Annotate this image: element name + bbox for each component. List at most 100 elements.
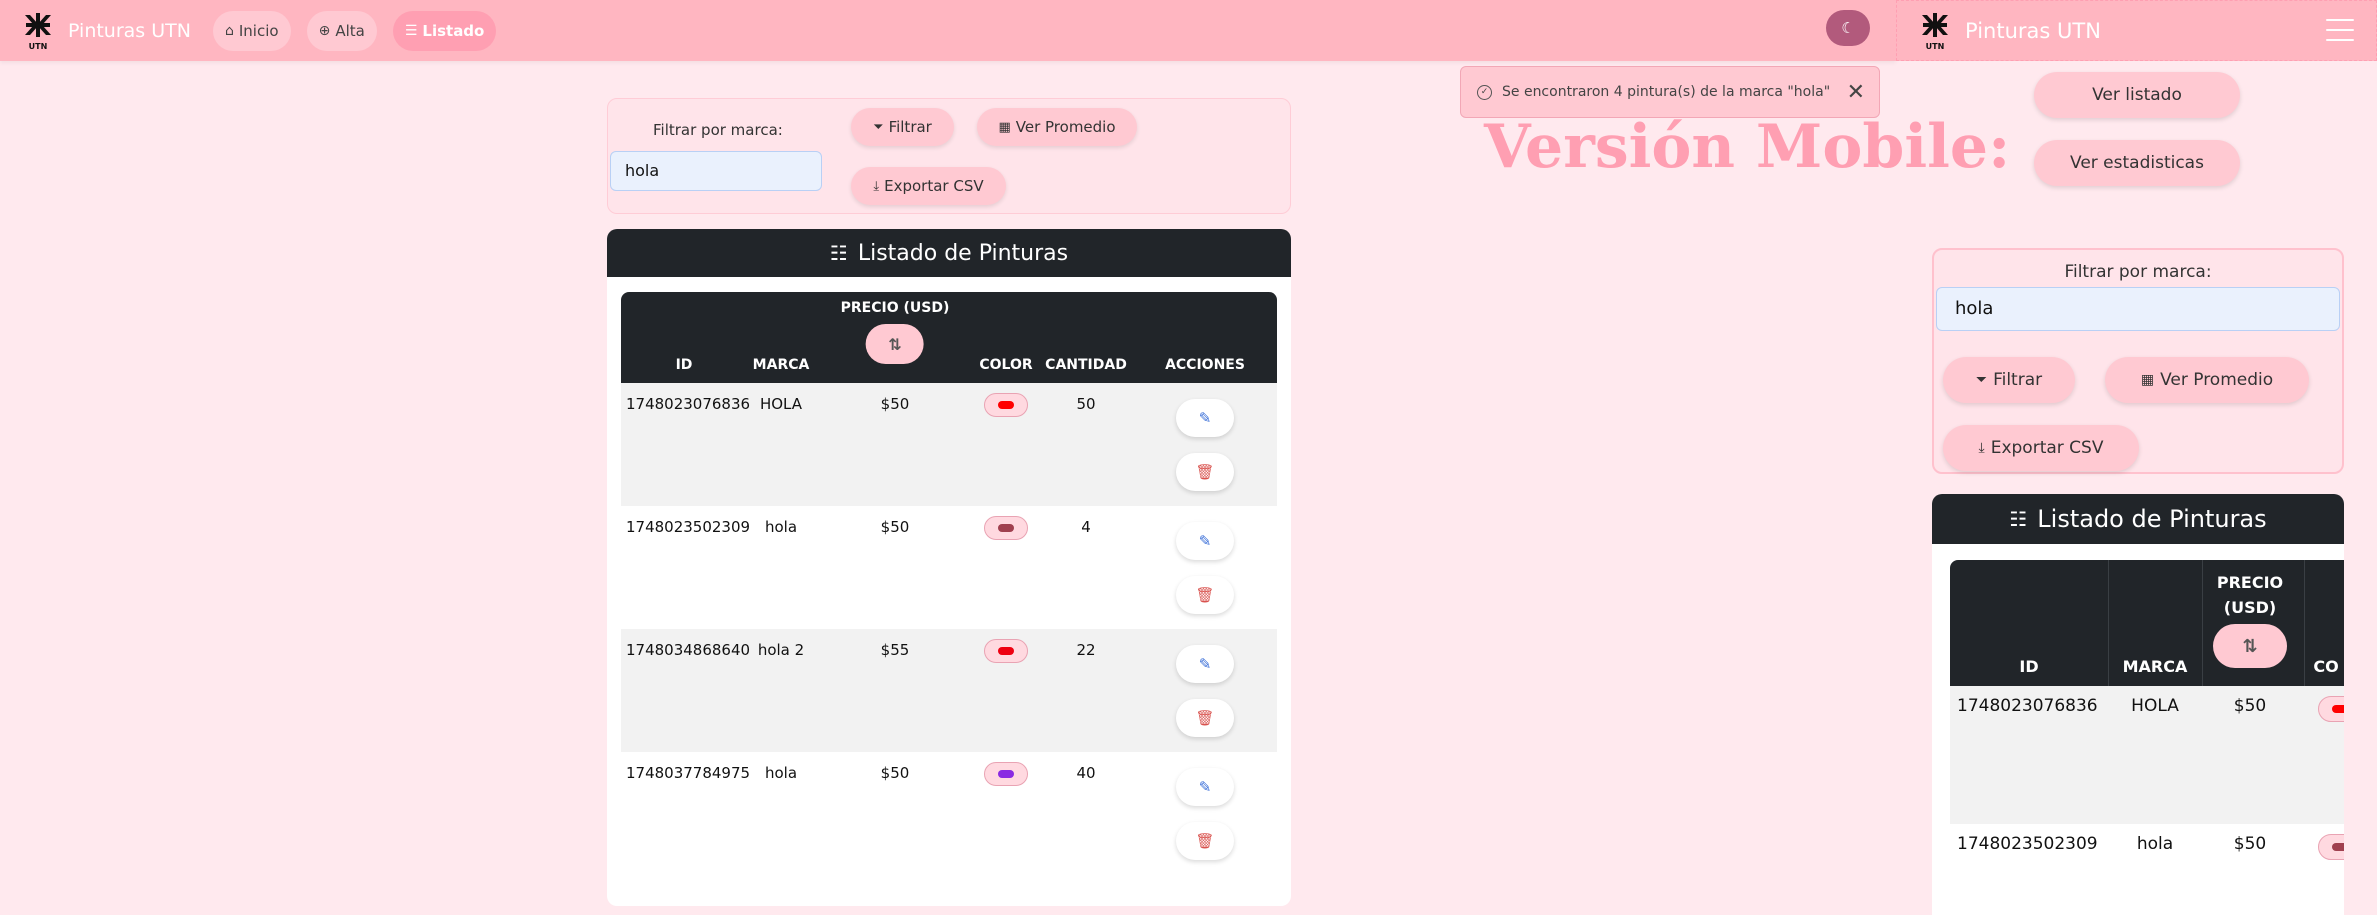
mobile-col-id: ID <box>2019 657 2039 676</box>
cell-precio: $55 <box>880 641 910 659</box>
cell-precio: $50 <box>880 518 910 536</box>
download-icon: ⤓ <box>1978 440 1985 456</box>
cell-cantidad: 40 <box>1076 764 1096 782</box>
color-swatch-fill <box>998 770 1014 778</box>
trash-icon: 🗑 <box>1195 463 1215 481</box>
filter-button-label: Filtrar <box>888 118 932 136</box>
mobile-col-color: CO <box>2313 657 2339 676</box>
cell-cantidad: 4 <box>1081 518 1091 536</box>
mobile-brand-name[interactable]: Pinturas UTN <box>1965 19 2101 43</box>
mobile-color-swatch-fill <box>2332 843 2344 851</box>
calculator-icon: ▦ <box>2140 372 2155 388</box>
pencil-icon: ✎ <box>1198 778 1212 796</box>
nav-alta-label: Alta <box>335 21 365 40</box>
export-button-label: Exportar CSV <box>884 177 984 195</box>
mobile-cell-precio: $50 <box>2233 696 2267 716</box>
utn-logo[interactable]: UTN <box>20 11 56 51</box>
mobile-cell-id: 1748023502309 <box>1957 834 2098 854</box>
pencil-icon: ✎ <box>1198 532 1212 550</box>
mobile-list-title: Listado de Pinturas <box>2037 505 2267 533</box>
sort-price-button[interactable]: ⇅ <box>865 324 924 364</box>
mobile-sort-price-button[interactable]: ⇅ <box>2213 624 2287 668</box>
edit-button[interactable]: ✎ <box>1176 522 1234 560</box>
color-swatch <box>984 393 1028 417</box>
nav-alta[interactable]: ⊕ Alta <box>306 10 377 51</box>
close-icon[interactable]: ✕ <box>1847 80 1865 105</box>
mobile-cell-marca: HOLA <box>2131 696 2179 716</box>
mobile-view-list-label: Ver listado <box>2092 85 2182 105</box>
toast-message: Se encontraron 4 pintura(s) de la marca … <box>1502 84 1831 100</box>
mobile-brand-filter-input[interactable]: hola <box>1936 287 2340 331</box>
mobile-navbar: UTN Pinturas UTN <box>1896 0 2377 61</box>
col-cantidad: CANTIDAD <box>1045 357 1127 373</box>
mobile-export-button-label: Exportar CSV <box>1990 438 2104 458</box>
export-csv-button[interactable]: ⤓ Exportar CSV <box>851 167 1006 205</box>
funnel-icon: ⏷ <box>873 119 884 135</box>
mobile-col-precio-line1: PRECIO <box>2216 573 2284 592</box>
mobile-filter-button[interactable]: ⏷ Filtrar <box>1943 357 2075 403</box>
table-row: 1748023076836 HOLA $50 50 ✎ 🗑 <box>621 383 1277 506</box>
mobile-filter-card: Filtrar por marca: hola ⏷ Filtrar ▦ Ver … <box>1932 248 2344 474</box>
delete-button[interactable]: 🗑 <box>1176 576 1234 614</box>
mobile-view-stats-button[interactable]: Ver estadisticas <box>2034 140 2240 186</box>
cell-marca: hola <box>764 764 798 782</box>
hamburger-menu-icon[interactable] <box>2326 19 2354 41</box>
average-button-label: Ver Promedio <box>1015 118 1116 136</box>
cell-marca: hola 2 <box>757 641 805 659</box>
filter-card: Filtrar por marca: hola ⏷ Filtrar ▦ Ver … <box>607 98 1291 214</box>
mobile-export-csv-button[interactable]: ⤓ Exportar CSV <box>1943 425 2139 471</box>
svg-text:UTN: UTN <box>1926 42 1945 51</box>
mobile-list-header: ☷ Listado de Pinturas <box>1932 494 2344 544</box>
cell-precio: $50 <box>880 395 910 413</box>
cell-marca: hola <box>764 518 798 536</box>
mobile-utn-logo[interactable]: UTN <box>1917 11 1953 51</box>
list-icon: ☰ <box>404 22 418 39</box>
mobile-view-stats-label: Ver estadisticas <box>2070 153 2204 173</box>
mobile-version-label: Versión Mobile: <box>1484 112 2011 182</box>
sort-arrows-icon: ⇅ <box>888 334 902 354</box>
home-icon: ⌂ <box>224 22 234 39</box>
list-header: ☷ Listado de Pinturas <box>607 229 1291 277</box>
mobile-color-swatch-fill <box>2332 705 2344 713</box>
mobile-table-header: ID MARCA PRECIO (USD) ⇅ CO <box>1950 560 2344 686</box>
mobile-view-list-button[interactable]: Ver listado <box>2034 72 2240 118</box>
brand-name[interactable]: Pinturas UTN <box>68 20 191 42</box>
delete-button[interactable]: 🗑 <box>1176 822 1234 860</box>
nav-inicio[interactable]: ⌂ Inicio <box>212 10 291 51</box>
delete-button[interactable]: 🗑 <box>1176 453 1234 491</box>
trash-icon: 🗑 <box>1195 586 1215 604</box>
nav-listado[interactable]: ☰ Listado <box>392 10 497 51</box>
mobile-col-marca: MARCA <box>2122 657 2188 676</box>
col-precio: PRECIO (USD) ⇅ <box>840 300 950 364</box>
svg-text:UTN: UTN <box>29 42 48 51</box>
cell-cantidad: 50 <box>1076 395 1096 413</box>
filter-button[interactable]: ⏷ Filtrar <box>851 108 954 146</box>
nav-inicio-label: Inicio <box>238 21 279 40</box>
mobile-col-precio-line2: (USD) <box>2223 598 2277 617</box>
edit-button[interactable]: ✎ <box>1176 399 1234 437</box>
brand-filter-input[interactable]: hola <box>610 151 822 191</box>
edit-button[interactable]: ✎ <box>1176 645 1234 683</box>
col-marca: MARCA <box>752 357 810 373</box>
average-button[interactable]: ▦ Ver Promedio <box>977 108 1137 146</box>
mobile-col-precio: PRECIO (USD) ⇅ <box>2213 570 2287 668</box>
mobile-filter-label: Filtrar por marca: <box>2064 262 2212 282</box>
color-swatch-fill <box>998 647 1014 655</box>
funnel-icon: ⏷ <box>1975 372 1988 388</box>
mobile-average-button[interactable]: ▦ Ver Promedio <box>2105 357 2309 403</box>
theme-toggle-button[interactable]: ☾ <box>1826 10 1870 46</box>
col-precio-label: PRECIO (USD) <box>840 300 950 316</box>
edit-button[interactable]: ✎ <box>1176 768 1234 806</box>
cell-id: 1748037784975 <box>626 764 751 782</box>
mobile-filter-button-label: Filtrar <box>1993 370 2043 390</box>
delete-button[interactable]: 🗑 <box>1176 699 1234 737</box>
mobile-table-row: 1748023076836 HOLA $50 <box>1950 686 2344 824</box>
download-icon: ⤓ <box>873 178 880 194</box>
mobile-table-row: 1748023502309 hola $50 <box>1950 824 2344 915</box>
calculator-icon: ▦ <box>998 119 1011 135</box>
nav-listado-label: Listado <box>422 21 485 40</box>
column-divider <box>2108 560 2109 686</box>
pencil-icon: ✎ <box>1198 409 1212 427</box>
paint-table: ID MARCA PRECIO (USD) ⇅ COLOR CANTIDAD A… <box>621 292 1277 879</box>
color-swatch <box>984 516 1028 540</box>
